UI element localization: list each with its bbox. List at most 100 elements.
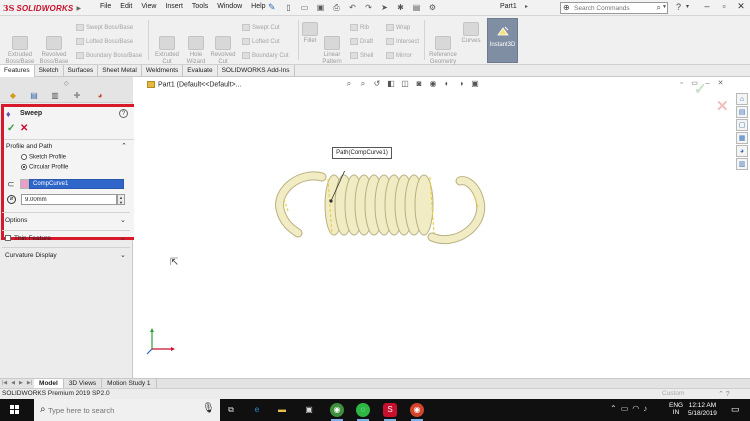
microphone-icon[interactable]: 🎙 — [202, 403, 215, 414]
next-tab-icon[interactable]: ▶ — [17, 379, 25, 388]
chevron-up-icon[interactable]: ⌃ — [121, 142, 127, 150]
wrap-button[interactable]: Wrap — [386, 24, 410, 31]
tab-evaluate[interactable]: Evaluate — [183, 65, 218, 77]
file-explorer-icon[interactable]: ▢ — [736, 119, 748, 131]
radio-sketch-profile[interactable]: Sketch Profile — [21, 154, 66, 161]
feature-manager-icon[interactable]: ◆ — [6, 90, 20, 101]
chevron-down-icon[interactable]: ▼ — [662, 4, 667, 10]
tab-surfaces[interactable]: Surfaces — [64, 65, 99, 77]
section-view-icon[interactable]: ◧ — [386, 79, 396, 89]
search-scope-icon[interactable]: ⊕ — [563, 3, 570, 12]
previous-tab-icon[interactable]: ◀ — [9, 379, 17, 388]
help-icon[interactable]: ? — [119, 109, 128, 118]
windows-start-icon[interactable] — [10, 405, 20, 415]
dimxpert-icon[interactable]: ✛ — [70, 90, 84, 101]
search-commands[interactable]: ⊕ ⌕ ▼ — [560, 2, 668, 14]
swept-boss-button[interactable]: Swept Boss/Base — [76, 24, 133, 31]
options-group[interactable]: Options ⌄ — [2, 212, 130, 226]
restore-icon[interactable]: ▫ — [677, 79, 686, 88]
units-selector[interactable]: Custom — [662, 390, 684, 397]
tab-motion-study-1[interactable]: Motion Study 1 — [102, 379, 157, 388]
new-document-icon[interactable]: ▯ — [282, 2, 295, 13]
fillet-button[interactable]: Fillet — [300, 22, 320, 45]
view-palette-icon[interactable]: ▦ — [736, 132, 748, 144]
last-tab-icon[interactable]: ▶| — [25, 379, 34, 388]
path-callout-label[interactable]: Path(CompCurve1) — [332, 147, 392, 159]
open-folder-icon[interactable]: ▭ — [298, 2, 311, 13]
solidworks-resources-icon[interactable]: ⌂ — [736, 93, 748, 105]
menu-help[interactable]: Help — [251, 3, 265, 10]
undo-icon[interactable]: ↶ — [346, 2, 359, 13]
previous-view-icon[interactable]: ↺ — [372, 79, 382, 89]
display-manager-icon[interactable]: ◕ — [93, 90, 107, 101]
chevron-down-icon[interactable]: ▾ — [686, 3, 689, 10]
system-clock[interactable]: 12:12 AM 5/18/2019 — [688, 402, 717, 418]
units-dropdown-icon[interactable]: ⌃ ? — [718, 390, 730, 398]
property-manager-icon[interactable]: ▤ — [27, 90, 41, 101]
collapse-grip-icon[interactable]: ◇ — [64, 80, 69, 87]
thin-feature-checkbox[interactable] — [5, 235, 11, 241]
print-icon[interactable]: ⎙ — [330, 2, 343, 13]
confirmation-cancel-icon[interactable]: ✕ — [716, 97, 729, 115]
chevron-right-icon[interactable]: ▸ — [525, 3, 528, 10]
file-properties-icon[interactable]: ▤ — [410, 2, 423, 13]
pin-icon[interactable]: ✎ — [268, 2, 276, 13]
tab-weldments[interactable]: Weldments — [142, 65, 184, 77]
chevron-right-icon[interactable]: ▶ — [76, 5, 81, 12]
feature-tree-flyout[interactable]: Part1 (Default<<Default>... — [147, 81, 241, 88]
zoom-area-icon[interactable]: ⌕ — [358, 79, 368, 89]
volume-icon[interactable]: ♪ — [643, 404, 647, 413]
menu-edit[interactable]: Edit — [120, 3, 132, 10]
tab-3d-views[interactable]: 3D Views — [64, 379, 103, 388]
whatsapp-icon[interactable]: ◌ — [356, 403, 370, 421]
select-arrow-icon[interactable]: ➤ — [378, 2, 391, 13]
first-tab-icon[interactable]: |◀ — [0, 379, 9, 388]
chevron-down-icon[interactable]: ⌄ — [120, 216, 126, 224]
mirror-button[interactable]: Mirror — [386, 52, 412, 59]
swept-cut-button[interactable]: Swept Cut — [242, 24, 280, 31]
store-icon[interactable]: ▣ — [302, 403, 316, 417]
curves-button[interactable]: Curves — [460, 22, 482, 45]
view-settings-icon[interactable]: ▣ — [470, 79, 480, 89]
edit-appearance-icon[interactable]: ◐ — [442, 79, 452, 89]
tab-sheet-metal[interactable]: Sheet Metal — [98, 65, 142, 77]
design-library-icon[interactable]: ▤ — [736, 106, 748, 118]
display-style-icon[interactable]: ◙ — [414, 79, 424, 89]
custom-properties-icon[interactable]: ▥ — [736, 158, 748, 170]
radio-circular-profile[interactable]: Circular Profile — [21, 164, 68, 171]
diameter-field[interactable] — [21, 194, 117, 205]
profile-and-path-header[interactable]: Profile and Path — [6, 143, 52, 150]
close-icon[interactable]: ✕ — [734, 1, 748, 12]
tab-solidworks-add-ins[interactable]: SOLIDWORKS Add-Ins — [218, 65, 295, 77]
network-icon[interactable]: ▭ — [621, 404, 629, 413]
menu-insert[interactable]: Insert — [165, 3, 183, 10]
curvature-display-group[interactable]: Curvature Display ⌄ — [2, 247, 130, 261]
zoom-to-fit-icon[interactable]: ⌕ — [344, 79, 354, 89]
chevron-down-icon[interactable]: ⌄ — [120, 234, 126, 242]
ok-button[interactable]: ✓ — [7, 123, 15, 134]
radio-button-selected[interactable] — [21, 164, 27, 170]
task-view-icon[interactable]: ⧉ — [224, 403, 238, 417]
wifi-icon[interactable]: ◠ — [632, 404, 639, 413]
tab-sketch[interactable]: Sketch — [35, 65, 64, 77]
redo-icon[interactable]: ↷ — [362, 2, 375, 13]
radio-button[interactable] — [21, 154, 27, 160]
apply-scene-icon[interactable]: ◑ — [456, 79, 466, 89]
appearances-icon[interactable]: ◕ — [736, 145, 748, 157]
chrome-icon[interactable]: ◉ — [330, 403, 344, 421]
maximize-icon[interactable]: ▫ — [717, 1, 731, 11]
hide-show-icon[interactable]: ◉ — [428, 79, 438, 89]
tab-features[interactable]: Features — [0, 65, 35, 77]
menu-file[interactable]: File — [100, 3, 111, 10]
save-icon[interactable]: ▣ — [314, 2, 327, 13]
configuration-manager-icon[interactable]: ▥ — [48, 90, 62, 101]
view-orientation-icon[interactable]: ◫ — [400, 79, 410, 89]
options-gear-icon[interactable]: ⚙ — [426, 2, 439, 13]
edge-icon[interactable]: e — [250, 403, 264, 417]
menu-tools[interactable]: Tools — [192, 3, 208, 10]
file-explorer-icon[interactable]: ▬ — [275, 403, 289, 417]
boundary-boss-button[interactable]: Boundary Boss/Base — [76, 52, 142, 59]
chrome-canary-icon[interactable]: ◉ — [410, 403, 424, 421]
intersect-button[interactable]: Intersect — [386, 38, 419, 45]
confirmation-ok-icon[interactable]: ✓ — [694, 80, 707, 98]
